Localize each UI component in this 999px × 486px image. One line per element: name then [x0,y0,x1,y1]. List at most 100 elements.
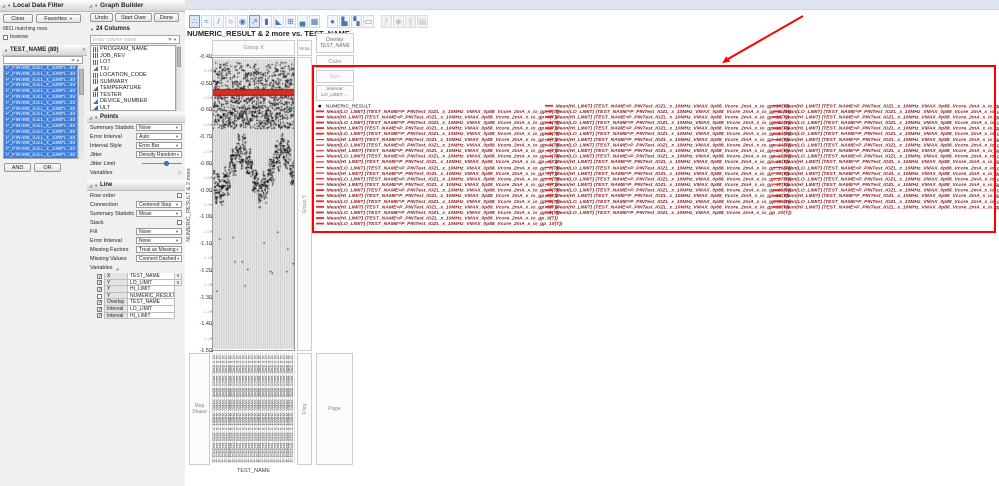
column-list[interactable]: PROGRAM_NAMEJOB_REVLOTTIULOCATION_CODESU… [90,45,176,111]
variables-table-row[interactable]: ✓YLO_LIMIT⇅ [95,280,182,287]
wrap-zone[interactable]: Wrap [297,40,312,56]
variables-checkbox[interactable]: ✓ [97,300,102,305]
line-variables-row[interactable]: Variables ◢ [90,265,119,271]
page-zone[interactable]: Page [316,353,353,465]
line-section-header[interactable]: ◢ ▼ Line [87,180,189,191]
legend-item[interactable]: Mean(LO_LIMIT) (TEST_NAME=P_PINTest_IOZL… [545,210,771,216]
start-over-button[interactable]: Start Over [115,13,152,22]
overlay-zone[interactable]: Overlay: TEST_NAME [316,33,354,53]
scrollbar-thumb[interactable] [177,47,181,67]
variables-table-row[interactable]: ✓XTEST_NAME⇅ [95,273,182,280]
clear-button[interactable]: Clear [3,14,33,23]
line-of-fit-icon[interactable]: / [213,15,224,28]
funnel-icon[interactable] [168,38,172,41]
variables-name-cell[interactable]: NUMERIC_RESULT [128,293,175,300]
line-error-interval-select[interactable]: None▼ [136,237,182,244]
line-icon[interactable]: ↗ [249,15,260,28]
filter-level-list[interactable]: P_PINTest_IOZL_x_10MH...99P_PINTest_IOZL… [3,65,78,159]
variables-checkbox[interactable]: ✓ [97,307,102,312]
disclosure-triangle-icon[interactable]: ▼ [94,115,98,120]
caption-box-icon[interactable]: ▭ [363,15,374,28]
group-y-zone[interactable]: Group Y [297,57,312,351]
variables-table-row[interactable]: ✓YHI_LIMIT [95,286,182,293]
variables-checkbox[interactable]: ✓ [97,280,102,285]
color-zone[interactable]: Color [316,55,354,68]
line-connection-select[interactable]: Centered Step▼ [136,201,182,208]
size-zone[interactable]: Size [316,70,354,83]
variables-checkbox[interactable]: ✓ [97,313,102,318]
plot-area[interactable] [212,57,295,351]
funnel-icon[interactable] [71,59,75,62]
smoother-icon[interactable]: ≈ [201,15,212,28]
inverse-checkbox-row[interactable]: Inverse [3,34,28,40]
line-fill-select[interactable]: None▼ [136,228,182,235]
histogram-icon[interactable]: ▄ [297,15,308,28]
variables-name-cell[interactable]: HI_LIMIT [128,286,175,293]
area-icon[interactable]: ◣ [273,15,284,28]
spinner-icon[interactable]: ⇅ [175,273,182,280]
variables-table-row[interactable]: ✓IntervalLO_LIMIT [95,306,182,313]
treemap-icon[interactable]: ▙ [339,15,350,28]
x-axis-tick-labels[interactable]: P_PINTest_IOZL_x_10MHz_VMAX_0p88_Vcore_2… [212,353,295,463]
variables-checkbox[interactable]: ✓ [97,274,102,279]
points-jitter-select[interactable]: Density Random▼ [136,151,182,158]
y-axis-ticks[interactable]: -0.40-0.50-0.60-0.70-0.80-0.90-1.00-1.10… [193,57,212,351]
mosaic-icon[interactable]: ▚ [351,15,362,28]
filter-search-input[interactable]: ▼ [3,56,83,64]
disclosure-triangle-icon[interactable]: ▼ [4,48,8,53]
line-row-order-checkbox[interactable] [177,193,182,198]
interval-zone[interactable]: Interval: LO_LIMIT, ... [316,85,354,101]
ellipse-icon[interactable]: ○ [225,15,236,28]
line-missing-values-select[interactable]: Connect Dashed▼ [136,255,182,262]
disclosure-closed-icon[interactable]: ▷ [178,170,182,176]
disclosure-open-icon[interactable]: ◢ [116,266,119,271]
points-error-interval-select[interactable]: Auto▼ [136,133,182,140]
done-button[interactable]: Done [154,13,179,22]
favorites-button[interactable]: Favorites ▼ [36,14,81,23]
inverse-checkbox[interactable] [3,35,8,40]
points-interval-style-select[interactable]: Error Bar▼ [136,142,182,149]
filter-list-scrollbar[interactable] [78,65,84,159]
pie-icon[interactable]: ● [327,15,338,28]
variables-name-cell[interactable]: HI_LIMIT [128,313,175,320]
map-shape-zone[interactable]: Map Shape [189,353,210,465]
disclosure-triangle-icon[interactable]: ▼ [7,3,11,8]
points-summary-statistic-select[interactable]: None▼ [136,124,182,131]
local-data-filter-header[interactable]: ◢ ▼ Local Data Filter [0,0,87,12]
line-stack-checkbox[interactable] [177,220,182,225]
contour-icon[interactable]: ◉ [237,15,248,28]
chevron-down-icon[interactable]: ▼ [76,58,80,63]
points-icon[interactable]: ∴ [189,15,200,28]
spinner-icon[interactable]: ⇅ [175,280,182,287]
or-button[interactable]: OR [34,163,61,172]
column-list-scrollbar[interactable] [176,45,181,111]
variables-name-cell[interactable]: TEST_NAME [128,299,175,306]
box-plot-icon[interactable]: ⊞ [285,15,296,28]
column-search-input[interactable]: Enter column name ▼ [90,35,180,44]
variables-checkbox[interactable]: ✓ [97,287,102,292]
line-missing-factors-select[interactable]: Treat as Missing▼ [136,246,182,253]
filter-column-header[interactable]: ▼ TEST_NAME (89) ✕ [2,45,88,56]
disclosure-triangle-icon[interactable]: ▼ [90,27,94,32]
disclosure-triangle-icon[interactable]: ▼ [94,3,98,8]
bar-icon[interactable]: ▮ [261,15,272,28]
legend-item[interactable]: Mean(HI_LIMIT) (TEST_NAME=P_PINTest_IOZL… [773,204,999,210]
column-list-item[interactable]: ULT [91,105,175,112]
variables-name-cell[interactable]: TEST_NAME [128,273,175,280]
filter-list-item[interactable]: P_PINTest_IOZL_x_10MH...99 [4,153,77,159]
group-x-zone[interactable]: Group X [212,40,295,56]
freq-zone[interactable]: Freq [297,353,312,465]
variables-table-row[interactable]: YNUMERIC_RESULT [95,293,182,300]
columns-section-header[interactable]: ▼ 24 Columns [90,26,130,32]
points-jitter-limit-slider[interactable] [142,160,182,167]
variables-table-row[interactable]: ✓IntervalHI_LIMIT [95,313,182,320]
close-icon[interactable]: ✕ [82,47,86,53]
graph-builder-header[interactable]: ◢ ▼ Graph Builder [87,0,185,12]
line-summary-statistic-select[interactable]: Mean▼ [136,210,182,217]
and-button[interactable]: AND [4,163,31,172]
legend-item[interactable]: Mean(LO_LIMIT) (TEST_NAME=P_PINTest_IOZL… [316,221,542,227]
scatter-canvas[interactable] [213,58,294,350]
variables-table-row[interactable]: ✓OverlayTEST_NAME [95,299,182,306]
undo-button[interactable]: Undo [90,13,113,22]
chevron-down-icon[interactable]: ▼ [173,37,177,42]
